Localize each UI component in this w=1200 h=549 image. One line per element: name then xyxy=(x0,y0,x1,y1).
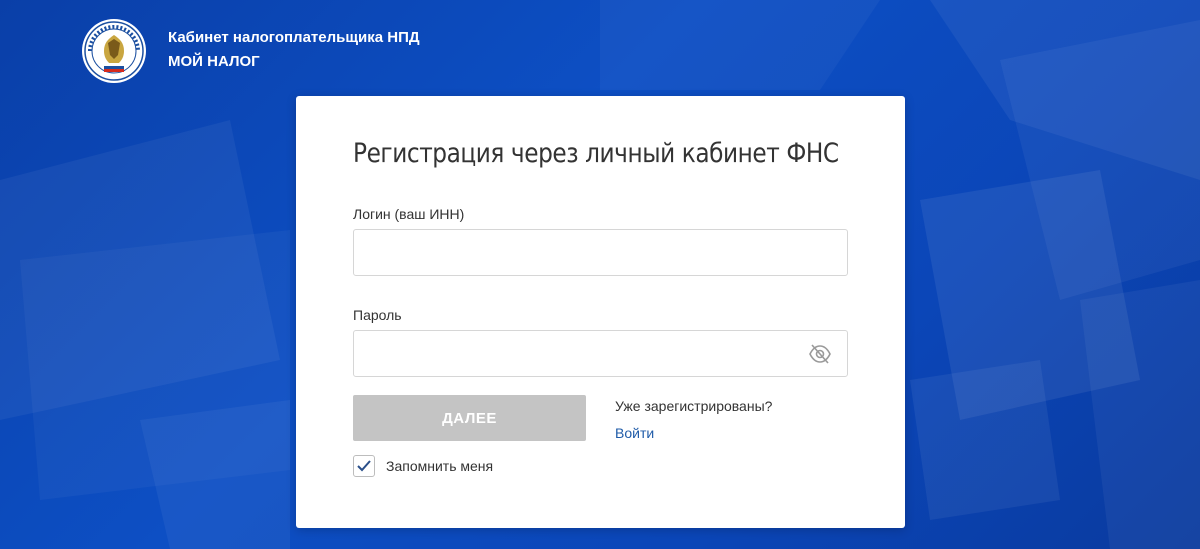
login-link[interactable]: Войти xyxy=(615,425,654,441)
app-title: Кабинет налогоплательщика НПД xyxy=(168,29,420,46)
eye-slash-icon[interactable] xyxy=(808,342,832,366)
remember-checkbox[interactable] xyxy=(353,455,375,477)
registration-card: Регистрация через личный кабинет ФНС Лог… xyxy=(296,96,905,528)
fns-logo-icon[interactable] xyxy=(82,19,146,83)
next-button[interactable]: ДАЛЕЕ xyxy=(353,395,586,441)
already-registered-text: Уже зарегистрированы? xyxy=(615,398,773,414)
form-title: Регистрация через личный кабинет ФНС xyxy=(353,138,839,169)
app-subtitle: МОЙ НАЛОГ xyxy=(168,53,260,70)
check-icon xyxy=(357,460,371,472)
login-input[interactable] xyxy=(353,229,848,276)
app-header: Кабинет налогоплательщика НПД МОЙ НАЛОГ xyxy=(82,18,420,84)
login-label: Логин (ваш ИНН) xyxy=(353,206,465,222)
password-input[interactable] xyxy=(353,330,848,377)
remember-label: Запомнить меня xyxy=(386,458,494,474)
password-label: Пароль xyxy=(353,307,402,323)
